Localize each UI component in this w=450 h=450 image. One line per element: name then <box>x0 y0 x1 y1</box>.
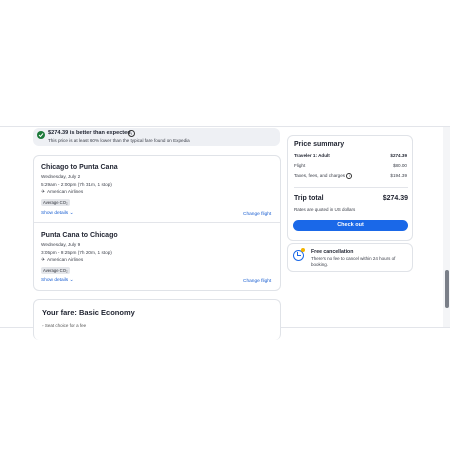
taxes-value: $194.39 <box>390 173 407 178</box>
chevron-down-icon[interactable]: ⌄ <box>70 211 74 216</box>
currency-note: Rates are quoted in US dollars <box>294 207 356 212</box>
airline-name: American Airlines <box>47 189 84 194</box>
flight-price-row: Flight $80.00 <box>294 163 407 168</box>
show-details-label[interactable]: Show details <box>41 211 68 216</box>
clock-badge-icon <box>301 248 305 252</box>
flight-price-label: Flight <box>294 163 306 168</box>
traveler-label: Traveler 1: Adult <box>294 153 330 158</box>
scrollbar-thumb[interactable] <box>445 270 449 308</box>
price-summary-card: Price summary Traveler 1: Adult $274.39 F… <box>287 135 413 241</box>
trip-total-row: Trip total $274.39 <box>294 195 408 202</box>
airline-row: ✈ American Airlines <box>41 189 83 195</box>
traveler-row: Traveler 1: Adult $274.39 <box>294 153 407 158</box>
flight-price-value: $80.00 <box>392 163 407 168</box>
seat-icon: ◦ <box>42 323 44 328</box>
show-details-link[interactable]: Show details ⌄ <box>41 211 74 216</box>
trip-total-label: Trip total <box>294 195 324 202</box>
change-flight-link[interactable]: Change flight <box>243 279 271 284</box>
checkmark-icon <box>37 131 45 139</box>
flights-card: Chicago to Punta Cana Wednesday, July 2 … <box>33 155 281 291</box>
show-details-link[interactable]: Show details ⌄ <box>41 278 74 283</box>
co2-badge: Average CO₂ <box>41 199 70 206</box>
summary-divider <box>294 187 408 188</box>
price-summary-title: Price summary <box>294 141 345 148</box>
trip-total-value: $274.39 <box>382 195 408 202</box>
check-out-button[interactable]: Check out <box>293 220 408 231</box>
show-details-label[interactable]: Show details <box>41 278 68 283</box>
fare-feature: ◦ Seat choice for a fee <box>42 323 86 328</box>
taxes-label: Taxes, fees, and charges <box>294 173 346 178</box>
airline-row: ✈ American Airlines <box>41 257 83 263</box>
banner-title: $274.39 is better than expected <box>48 130 131 136</box>
flight-route: Punta Cana to Chicago <box>41 232 118 239</box>
flight-time: 5:29am - 2:00pm (7h 31m, 1 stop) <box>41 182 112 187</box>
fare-title: Your fare: Basic Economy <box>42 308 135 317</box>
flight-route: Chicago to Punta Cana <box>41 164 118 171</box>
scrollbar[interactable] <box>443 127 450 327</box>
fare-feature-label: Seat choice for a fee <box>44 323 87 328</box>
price-insight-banner: $274.39 is better than expected i This p… <box>33 128 280 146</box>
airline-name: American Airlines <box>47 257 84 262</box>
traveler-value: $274.39 <box>390 153 407 158</box>
header-divider <box>0 126 450 127</box>
flight-date: Wednesday, July 2 <box>41 174 81 179</box>
chevron-down-icon[interactable]: ⌄ <box>70 278 74 283</box>
flight-divider <box>34 222 280 223</box>
co2-badge: Average CO₂ <box>41 267 70 274</box>
info-icon[interactable]: i <box>128 130 135 137</box>
banner-subtitle: This price is at least 60% lower than th… <box>48 138 190 143</box>
cancellation-title: Free cancellation <box>311 249 354 255</box>
flight-time: 3:05pm - 9:25pm (7h 20m, 1 stop) <box>41 250 112 255</box>
info-icon[interactable]: i <box>346 173 353 179</box>
taxes-row: Taxes, fees, and charges i $194.39 <box>294 173 407 179</box>
flight-date: Wednesday, July 9 <box>41 242 81 247</box>
change-flight-link[interactable]: Change flight <box>243 212 271 217</box>
fare-card: Your fare: Basic Economy ◦ Seat choice f… <box>33 299 281 340</box>
cancellation-text: There's no fee to cancel within 24 hours… <box>311 256 396 267</box>
free-cancellation-card: Free cancellation There's no fee to canc… <box>287 243 413 272</box>
